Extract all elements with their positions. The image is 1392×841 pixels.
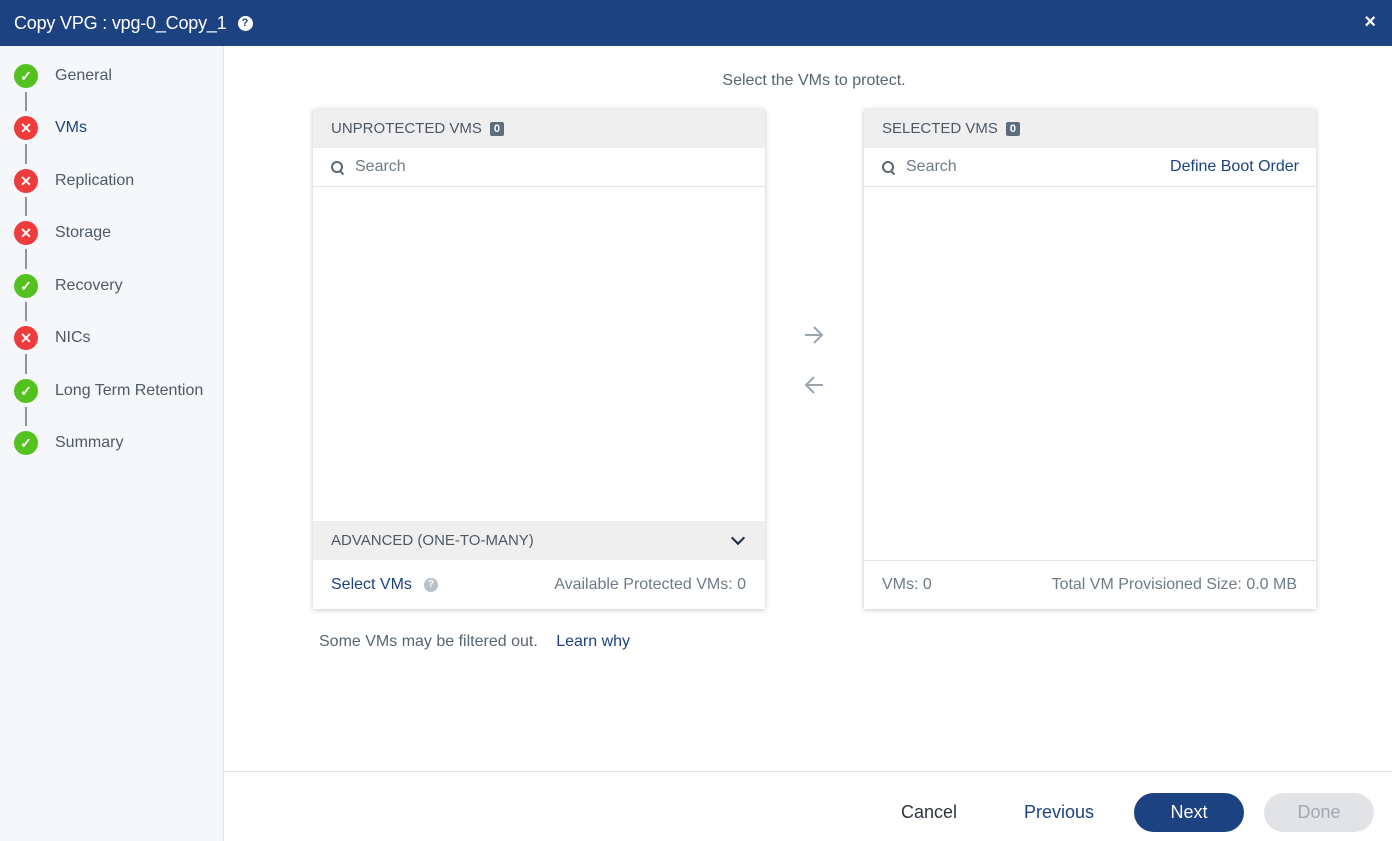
- step-label: Recovery: [55, 277, 123, 294]
- search-input[interactable]: [906, 158, 1146, 176]
- main-content: Select the VMs to protect. UNPROTECTED V…: [224, 46, 1392, 841]
- error-icon: ✕: [14, 221, 38, 245]
- close-icon[interactable]: ×: [1364, 11, 1376, 34]
- select-vms-link[interactable]: Select VMs: [331, 576, 412, 594]
- question-icon[interactable]: ?: [423, 577, 438, 592]
- step-connector: [25, 144, 27, 164]
- step-connector: [25, 249, 27, 269]
- panel-header: UNPROTECTED VMS 0: [313, 109, 765, 148]
- panel-footer: Select VMs ? Available Protected VMs: 0: [313, 560, 765, 609]
- filtered-text: Some VMs may be filtered out.: [319, 633, 538, 650]
- available-protected-vms: Available Protected VMs: 0: [554, 575, 746, 593]
- step-summary[interactable]: ✓ Summary: [14, 431, 123, 455]
- step-replication[interactable]: ✕ Replication: [14, 169, 134, 193]
- dialog-title: Copy VPG : vpg-0_Copy_1: [14, 12, 227, 33]
- step-label: Long Term Retention: [55, 382, 204, 399]
- move-right-arrow-button[interactable]: [802, 325, 826, 345]
- check-icon: ✓: [14, 379, 38, 403]
- check-icon: ✓: [14, 64, 38, 88]
- arrow-right-icon: [805, 326, 824, 344]
- panel-title: UNPROTECTED VMS: [331, 120, 482, 137]
- panel-footer: VMs: 0 Total VM Provisioned Size: 0.0 MB: [864, 560, 1316, 609]
- step-long-term-retention[interactable]: ✓ Long Term Retention: [14, 379, 203, 403]
- step-label: General: [55, 67, 112, 84]
- cancel-button[interactable]: Cancel: [884, 793, 974, 832]
- filtered-note: Some VMs may be filtered out. Learn why: [319, 633, 630, 651]
- search-icon: [331, 161, 343, 173]
- learn-why-link[interactable]: Learn why: [556, 633, 630, 650]
- title-bar: Copy VPG : vpg-0_Copy_1 ? ×: [0, 0, 1392, 46]
- step-nics[interactable]: ✕ NICs: [14, 326, 91, 350]
- search-icon: [882, 161, 894, 173]
- unprotected-vms-panel: UNPROTECTED VMS 0 ADVANCED (ONE-TO-MANY)…: [313, 109, 765, 609]
- chevron-down-icon: [730, 530, 746, 546]
- done-button[interactable]: Done: [1264, 793, 1374, 832]
- step-storage[interactable]: ✕ Storage: [14, 221, 111, 245]
- next-button[interactable]: Next: [1134, 793, 1244, 832]
- step-label: Replication: [55, 172, 135, 189]
- step-vms[interactable]: ✕ VMs: [14, 116, 87, 140]
- wizard-steps-sidebar: ✓ General ✕ VMs ✕ Replication ✕ Storage …: [0, 46, 224, 841]
- step-general[interactable]: ✓ General: [14, 64, 112, 88]
- define-boot-order-link[interactable]: Define Boot Order: [1170, 158, 1299, 176]
- step-connector: [25, 92, 27, 111]
- vms-count: VMs: 0: [882, 576, 932, 593]
- panel-header: SELECTED VMS 0: [864, 109, 1316, 148]
- check-icon: ✓: [14, 431, 38, 455]
- help-icon[interactable]: ?: [237, 15, 253, 31]
- search-bar: Define Boot Order: [864, 148, 1316, 187]
- dialog-footer: Cancel Previous Next Done: [224, 771, 1392, 841]
- move-left-arrow-button[interactable]: [802, 375, 826, 395]
- arrow-left-icon: [804, 376, 823, 394]
- advanced-one-to-many-toggle[interactable]: ADVANCED (ONE-TO-MANY): [313, 521, 765, 560]
- search-bar: [313, 148, 765, 187]
- selected-vms-panel: SELECTED VMS 0 Define Boot Order VMs: 0 …: [864, 109, 1316, 609]
- step-connector: [25, 407, 27, 426]
- check-icon: ✓: [14, 274, 38, 298]
- step-connector: [25, 302, 27, 321]
- count-badge: 0: [1005, 121, 1020, 136]
- step-label: VMs: [55, 119, 87, 136]
- step-label: Storage: [55, 224, 112, 241]
- error-icon: ✕: [14, 326, 38, 350]
- step-connector: [25, 354, 27, 374]
- error-icon: ✕: [14, 116, 38, 140]
- panel-title: SELECTED VMS: [882, 120, 998, 137]
- total-provisioned-size: Total VM Provisioned Size: 0.0 MB: [1051, 576, 1297, 593]
- count-badge: 0: [489, 121, 504, 136]
- error-icon: ✕: [14, 169, 38, 193]
- step-recovery[interactable]: ✓ Recovery: [14, 274, 123, 298]
- step-label: NICs: [55, 329, 91, 346]
- previous-button[interactable]: Previous: [1014, 793, 1104, 832]
- instruction-text: Select the VMs to protect.: [722, 72, 906, 89]
- search-input[interactable]: [355, 158, 595, 176]
- step-connector: [25, 197, 27, 216]
- step-label: Summary: [55, 434, 124, 451]
- advanced-label: ADVANCED (ONE-TO-MANY): [331, 532, 534, 549]
